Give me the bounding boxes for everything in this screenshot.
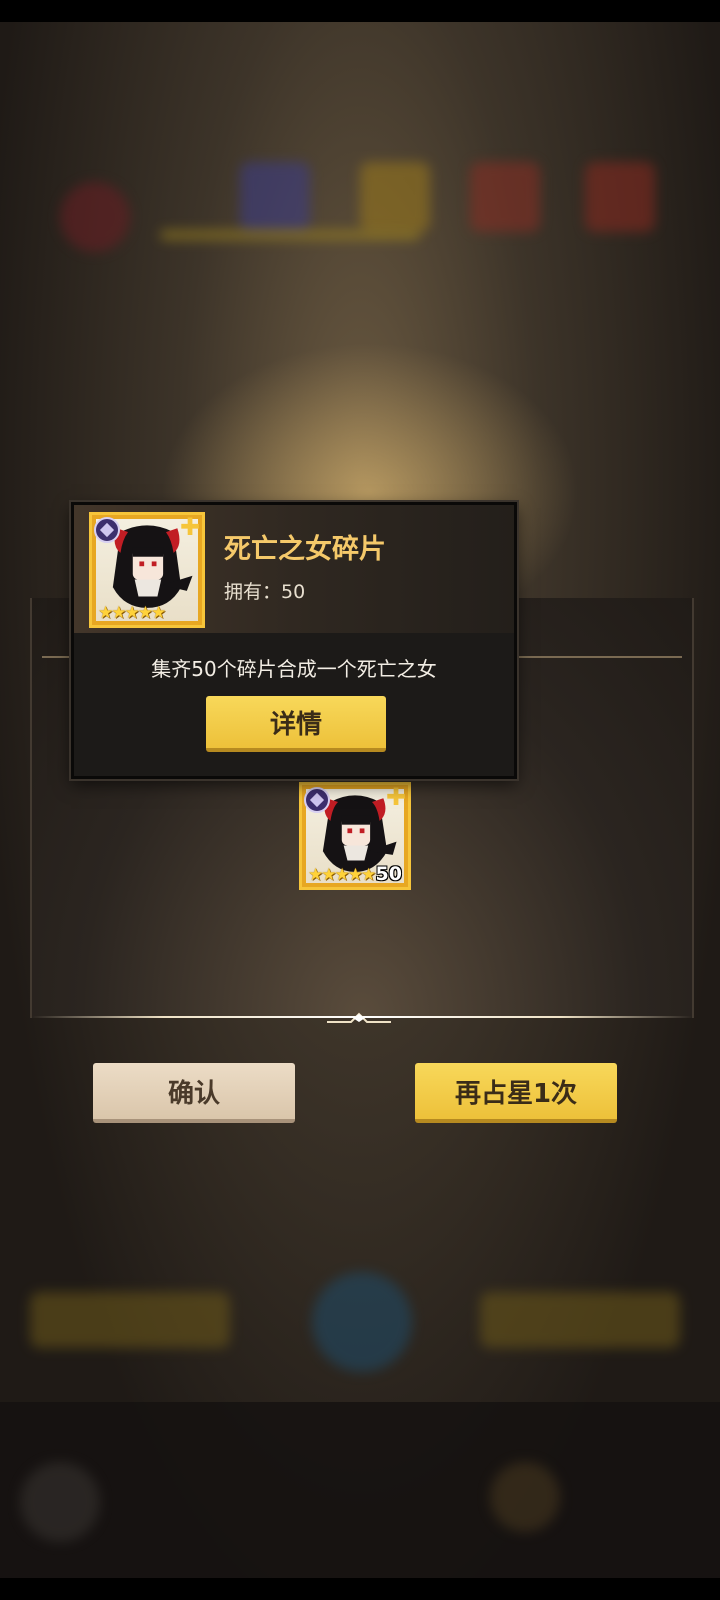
confirm-button[interactable]: 确认 xyxy=(93,1063,295,1123)
owned-value: 50 xyxy=(281,581,306,603)
item-count: 50 xyxy=(375,863,402,885)
popup-item-card: ✚ ★★★★★ xyxy=(89,512,205,628)
faction-badge-icon xyxy=(94,517,120,543)
ornament-icon xyxy=(327,1012,391,1023)
plus-icon: ✚ xyxy=(179,513,200,541)
reward-item-card[interactable]: ✚ ★★★★★ 50 xyxy=(299,782,411,890)
status-bar xyxy=(0,0,720,22)
draw-again-button[interactable]: 再占星1次 xyxy=(415,1063,617,1123)
owned-count: 拥有：50 xyxy=(224,577,305,604)
faction-badge-icon xyxy=(304,787,330,813)
popup-title: 死亡之女碎片 xyxy=(224,534,386,565)
star-rating: ★★★★★ xyxy=(308,865,376,885)
star-rating: ★★★★★ xyxy=(98,603,166,623)
owned-label: 拥有： xyxy=(224,581,282,603)
navigation-bar xyxy=(0,1578,720,1600)
popup-description: 集齐50个碎片合成一个死亡之女 xyxy=(151,657,437,681)
detail-button[interactable]: 详情 xyxy=(206,696,386,752)
plus-icon: ✚ xyxy=(385,783,406,811)
item-detail-popup: ✚ ★★★★★ 死亡之女碎片 拥有：50 集齐50个碎片合成一个死亡之女 详情 xyxy=(71,502,517,779)
